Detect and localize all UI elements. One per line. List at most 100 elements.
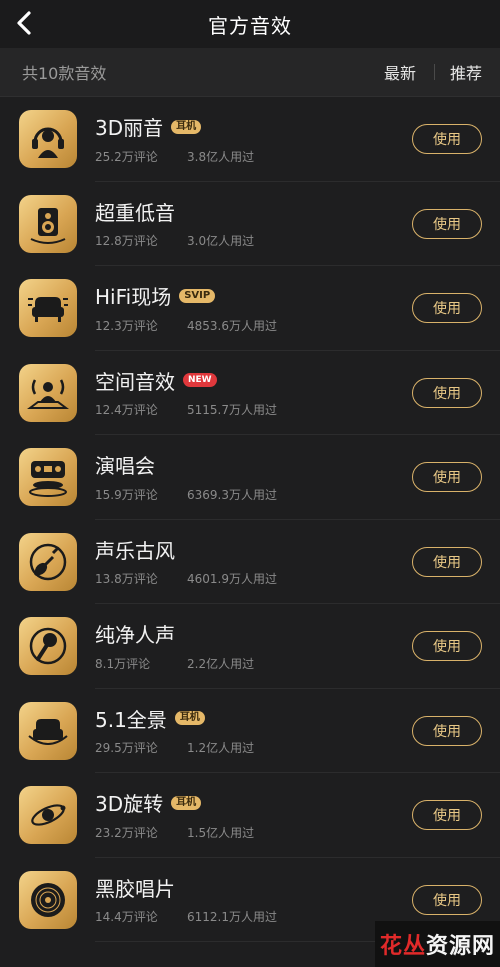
effect-title-row: 3D旋转 耳机 bbox=[95, 790, 412, 816]
effect-stats: 25.2万评论 3.8亿人用过 bbox=[95, 148, 412, 165]
effect-stats: 14.4万评论 6112.1万人用过 bbox=[95, 908, 412, 925]
effect-stats: 12.3万评论 4853.6万人用过 bbox=[95, 317, 412, 334]
use-button[interactable]: 使用 bbox=[412, 377, 482, 408]
use-button[interactable]: 使用 bbox=[412, 124, 482, 155]
effect-title-row: 黑胶唱片 bbox=[95, 874, 412, 901]
comment-count: 13.8万评论 bbox=[95, 572, 158, 587]
orbit-icon bbox=[19, 786, 77, 845]
pipa-icon bbox=[19, 532, 77, 591]
effect-stats: 12.4万评论 5115.7万人用过 bbox=[95, 401, 412, 418]
effect-info: 5.1全景 耳机 29.5万评论 1.2亿人用过 bbox=[95, 705, 412, 756]
effect-info: HiFi现场 SVIP 12.3万评论 4853.6万人用过 bbox=[95, 283, 412, 334]
sofa-icon bbox=[19, 279, 77, 338]
effect-name: 黑胶唱片 bbox=[95, 876, 175, 901]
user-count: 6112.1万人用过 bbox=[187, 910, 277, 925]
effect-stats: 29.5万评论 1.2亿人用过 bbox=[95, 739, 412, 756]
spatial-person-icon bbox=[19, 363, 77, 422]
sort-options: 最新 推荐 bbox=[384, 60, 482, 84]
effect-item[interactable]: 5.1全景 耳机 29.5万评论 1.2亿人用过 使用 bbox=[0, 689, 500, 774]
effect-info: 演唱会 15.9万评论 6369.3万人用过 bbox=[95, 452, 412, 503]
effect-item[interactable]: 超重低音 12.8万评论 3.0亿人用过 使用 bbox=[0, 182, 500, 267]
effect-stats: 13.8万评论 4601.9万人用过 bbox=[95, 570, 412, 587]
user-count: 4601.9万人用过 bbox=[187, 572, 277, 587]
comment-count: 12.4万评论 bbox=[95, 403, 158, 418]
effect-name: 空间音效 bbox=[95, 369, 175, 394]
speaker-icon bbox=[19, 194, 77, 253]
comment-count: 12.3万评论 bbox=[95, 318, 158, 333]
user-count: 1.2亿人用过 bbox=[187, 741, 255, 756]
effect-title-row: 纯净人声 bbox=[95, 621, 412, 647]
effect-badge: 耳机 bbox=[171, 795, 202, 810]
effect-info: 超重低音 12.8万评论 3.0亿人用过 bbox=[95, 198, 412, 249]
chevron-left-icon[interactable] bbox=[10, 8, 40, 38]
comment-count: 25.2万评论 bbox=[95, 149, 158, 164]
comment-count: 12.8万评论 bbox=[95, 234, 158, 249]
effect-badge: 耳机 bbox=[171, 119, 202, 134]
effect-title-row: 声乐古风 bbox=[95, 536, 412, 563]
user-count: 4853.6万人用过 bbox=[187, 318, 277, 333]
effect-badge: SVIP bbox=[179, 288, 216, 303]
effect-item[interactable]: HiFi现场 SVIP 12.3万评论 4853.6万人用过 使用 bbox=[0, 266, 500, 351]
sort-latest-button[interactable]: 最新 bbox=[384, 60, 416, 84]
concert-stage-icon bbox=[19, 448, 77, 507]
use-button[interactable]: 使用 bbox=[412, 800, 482, 831]
effect-name: 声乐古风 bbox=[95, 538, 175, 563]
page-title: 官方音效 bbox=[208, 13, 292, 38]
effect-stats: 12.8万评论 3.0亿人用过 bbox=[95, 232, 412, 249]
effect-stats: 23.2万评论 1.5亿人用过 bbox=[95, 824, 412, 841]
headphone-person-icon bbox=[19, 110, 77, 169]
effect-name: HiFi现场 bbox=[95, 285, 172, 310]
effect-count: 共10款音效 bbox=[22, 64, 107, 83]
effect-title-row: 空间音效 NEW bbox=[95, 367, 412, 394]
list-summary-bar: 共10款音效 最新 推荐 bbox=[0, 48, 500, 97]
effect-title-row: HiFi现场 SVIP bbox=[95, 283, 412, 309]
user-count: 6369.3万人用过 bbox=[187, 487, 277, 502]
effect-info: 3D旋转 耳机 23.2万评论 1.5亿人用过 bbox=[95, 790, 412, 841]
use-button[interactable]: 使用 bbox=[412, 208, 482, 239]
use-button[interactable]: 使用 bbox=[412, 715, 482, 746]
effect-name: 纯净人声 bbox=[95, 623, 175, 648]
effect-info: 纯净人声 8.1万评论 2.2亿人用过 bbox=[95, 621, 412, 672]
comment-count: 8.1万评论 bbox=[95, 656, 151, 671]
effect-badge: NEW bbox=[183, 373, 217, 388]
effect-badge: 耳机 bbox=[174, 711, 205, 726]
user-count: 5115.7万人用过 bbox=[187, 403, 277, 418]
surround-sofa-icon bbox=[19, 701, 77, 760]
use-button[interactable]: 使用 bbox=[412, 462, 482, 493]
effect-item[interactable]: 纯净人声 8.1万评论 2.2亿人用过 使用 bbox=[0, 604, 500, 689]
user-count: 3.0亿人用过 bbox=[187, 234, 255, 249]
effect-name: 5.1全景 bbox=[95, 707, 167, 732]
effect-item[interactable]: 空间音效 NEW 12.4万评论 5115.7万人用过 使用 bbox=[0, 351, 500, 436]
effect-name: 演唱会 bbox=[95, 454, 155, 479]
sound-effect-list: 3D丽音 耳机 25.2万评论 3.8亿人用过 使用 超重低音 12.8万评论 … bbox=[0, 97, 500, 942]
effect-info: 声乐古风 13.8万评论 4601.9万人用过 bbox=[95, 536, 412, 587]
comment-count: 14.4万评论 bbox=[95, 910, 158, 925]
user-count: 2.2亿人用过 bbox=[187, 656, 255, 671]
microphone-icon bbox=[19, 617, 77, 676]
vinyl-icon bbox=[19, 870, 77, 929]
comment-count: 29.5万评论 bbox=[95, 741, 158, 756]
effect-title-row: 3D丽音 耳机 bbox=[95, 114, 412, 140]
comment-count: 15.9万评论 bbox=[95, 487, 158, 502]
effect-item[interactable]: 演唱会 15.9万评论 6369.3万人用过 使用 bbox=[0, 435, 500, 520]
use-button[interactable]: 使用 bbox=[412, 631, 482, 662]
effect-item[interactable]: 3D旋转 耳机 23.2万评论 1.5亿人用过 使用 bbox=[0, 773, 500, 858]
effect-name: 3D丽音 bbox=[95, 116, 164, 141]
user-count: 1.5亿人用过 bbox=[187, 825, 255, 840]
effect-info: 3D丽音 耳机 25.2万评论 3.8亿人用过 bbox=[95, 114, 412, 165]
use-button[interactable]: 使用 bbox=[412, 884, 482, 915]
effect-title-row: 超重低音 bbox=[95, 198, 412, 225]
use-button[interactable]: 使用 bbox=[412, 546, 482, 577]
sort-divider bbox=[433, 64, 435, 80]
use-button[interactable]: 使用 bbox=[412, 293, 482, 324]
sort-recommend-button[interactable]: 推荐 bbox=[450, 60, 482, 84]
user-count: 3.8亿人用过 bbox=[187, 149, 255, 164]
comment-count: 23.2万评论 bbox=[95, 825, 158, 840]
effect-item[interactable]: 3D丽音 耳机 25.2万评论 3.8亿人用过 使用 bbox=[0, 97, 500, 182]
watermark: 花丛 资源网 bbox=[375, 921, 500, 967]
effect-item[interactable]: 声乐古风 13.8万评论 4601.9万人用过 使用 bbox=[0, 520, 500, 605]
effect-info: 黑胶唱片 14.4万评论 6112.1万人用过 bbox=[95, 874, 412, 925]
effect-info: 空间音效 NEW 12.4万评论 5115.7万人用过 bbox=[95, 367, 412, 418]
effect-name: 3D旋转 bbox=[95, 792, 164, 817]
effect-name: 超重低音 bbox=[95, 200, 175, 225]
